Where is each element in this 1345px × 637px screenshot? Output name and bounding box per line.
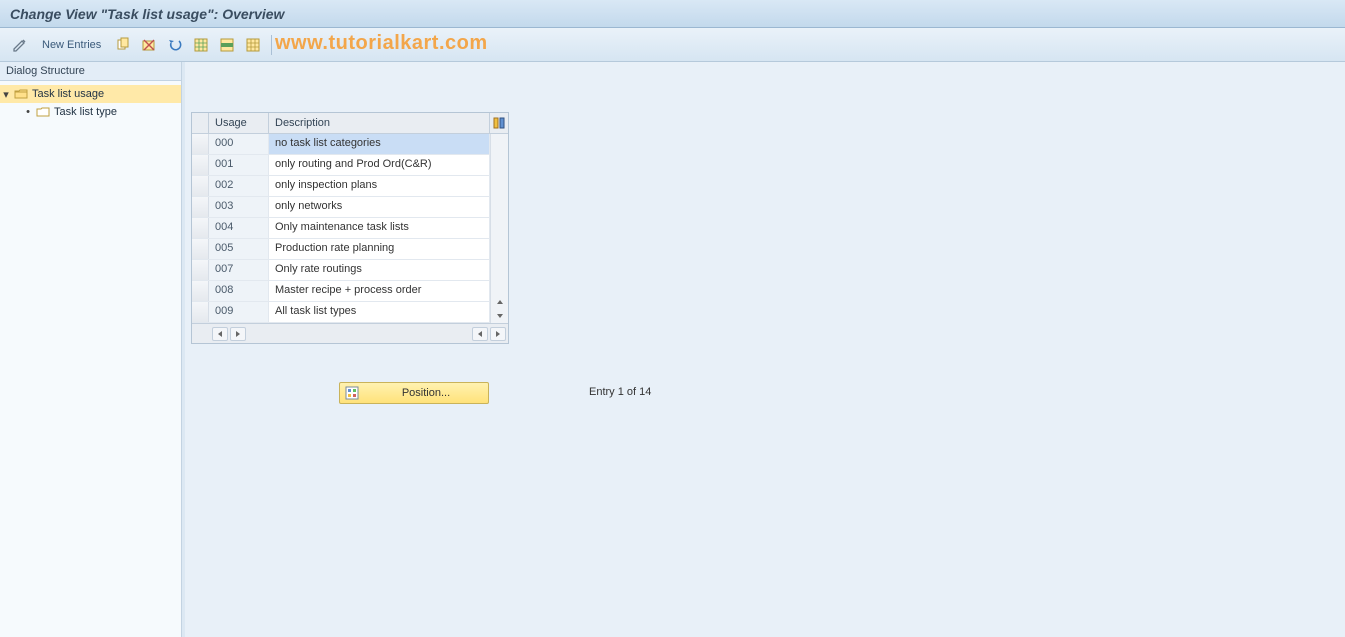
cell-description[interactable]: Master recipe + process order [269, 281, 490, 301]
vertical-scrollbar[interactable] [490, 134, 508, 323]
cell-description[interactable]: only networks [269, 197, 490, 217]
cell-usage[interactable]: 005 [209, 239, 269, 259]
bullet-icon: • [22, 106, 34, 118]
position-button-label: Position... [364, 387, 488, 399]
column-header-usage[interactable]: Usage [209, 113, 269, 133]
row-selector[interactable] [192, 134, 209, 154]
scroll-down-button[interactable] [491, 309, 509, 323]
table-header-row: Usage Description [192, 113, 508, 134]
new-entries-button[interactable]: New Entries [36, 34, 107, 56]
folder-icon [36, 106, 50, 118]
table-row[interactable]: 008Master recipe + process order [192, 281, 490, 302]
cell-usage[interactable]: 002 [209, 176, 269, 196]
tree-header: Dialog Structure [0, 62, 181, 81]
select-all-icon[interactable] [191, 35, 211, 55]
deselect-all-icon[interactable] [243, 35, 263, 55]
expand-arrow-icon[interactable]: ▾ [0, 88, 12, 101]
row-selector[interactable] [192, 239, 209, 259]
table-row[interactable]: 009All task list types [192, 302, 490, 323]
table-row[interactable]: 005Production rate planning [192, 239, 490, 260]
scroll-left-end-button[interactable] [472, 327, 488, 341]
cell-description[interactable]: no task list categories [269, 134, 490, 154]
table-row[interactable]: 001only routing and Prod Ord(C&R) [192, 155, 490, 176]
cell-description[interactable]: All task list types [269, 302, 490, 322]
tree: ▾ Task list usage • Task list type [0, 81, 181, 125]
delete-icon[interactable] [139, 35, 159, 55]
undo-icon[interactable] [165, 35, 185, 55]
column-header-description[interactable]: Description [269, 113, 490, 133]
watermark-text: www.tutorialkart.com [275, 32, 488, 55]
cell-usage[interactable]: 004 [209, 218, 269, 238]
table-row[interactable]: 007Only rate routings [192, 260, 490, 281]
change-display-icon[interactable] [10, 35, 30, 55]
cell-description[interactable]: only routing and Prod Ord(C&R) [269, 155, 490, 175]
table-row[interactable]: 000no task list categories [192, 134, 490, 155]
open-folder-icon [14, 88, 28, 100]
content-area: Dialog Structure ▾ Task list usage • Tas… [0, 62, 1345, 637]
cell-usage[interactable]: 003 [209, 197, 269, 217]
row-selector[interactable] [192, 260, 209, 280]
cell-usage[interactable]: 001 [209, 155, 269, 175]
row-selector[interactable] [192, 281, 209, 301]
cell-description[interactable]: only inspection plans [269, 176, 490, 196]
cell-description[interactable]: Only maintenance task lists [269, 218, 490, 238]
window-titlebar: Change View "Task list usage": Overview [0, 0, 1345, 28]
cell-usage[interactable]: 009 [209, 302, 269, 322]
table-body: 000no task list categories001only routin… [192, 134, 490, 323]
table-row[interactable]: 003only networks [192, 197, 490, 218]
main-panel: Usage Description 000no task list catego… [182, 62, 1345, 637]
tree-node-task-list-type[interactable]: • Task list type [0, 103, 181, 121]
scroll-right-end-button[interactable] [490, 327, 506, 341]
position-icon [344, 385, 360, 401]
table-row[interactable]: 004Only maintenance task lists [192, 218, 490, 239]
row-selector[interactable] [192, 197, 209, 217]
row-selector-header[interactable] [192, 113, 209, 133]
cell-usage[interactable]: 008 [209, 281, 269, 301]
cell-description[interactable]: Only rate routings [269, 260, 490, 280]
tree-node-label: Task list usage [30, 88, 104, 100]
row-selector[interactable] [192, 218, 209, 238]
table-row[interactable]: 002only inspection plans [192, 176, 490, 197]
cell-usage[interactable]: 000 [209, 134, 269, 154]
window-title: Change View "Task list usage": Overview [10, 6, 284, 22]
scroll-up-button[interactable] [491, 295, 509, 309]
cell-usage[interactable]: 007 [209, 260, 269, 280]
toolbar-separator [271, 35, 272, 55]
dialog-structure-panel: Dialog Structure ▾ Task list usage • Tas… [0, 62, 182, 637]
scroll-right-button[interactable] [230, 327, 246, 341]
select-block-icon[interactable] [217, 35, 237, 55]
row-selector[interactable] [192, 155, 209, 175]
position-button[interactable]: Position... [339, 382, 489, 404]
row-selector[interactable] [192, 302, 209, 322]
table-config-button[interactable] [490, 113, 508, 133]
app-toolbar: New Entries www.tutorialkart.com [0, 28, 1345, 62]
cell-description[interactable]: Production rate planning [269, 239, 490, 259]
scroll-left-button[interactable] [212, 327, 228, 341]
row-selector[interactable] [192, 176, 209, 196]
copy-icon[interactable] [113, 35, 133, 55]
usage-table: Usage Description 000no task list catego… [191, 112, 509, 344]
entry-counter: Entry 1 of 14 [589, 386, 651, 398]
table-footer [192, 323, 508, 343]
tree-node-task-list-usage[interactable]: ▾ Task list usage [0, 85, 181, 103]
tree-node-label: Task list type [52, 106, 117, 118]
